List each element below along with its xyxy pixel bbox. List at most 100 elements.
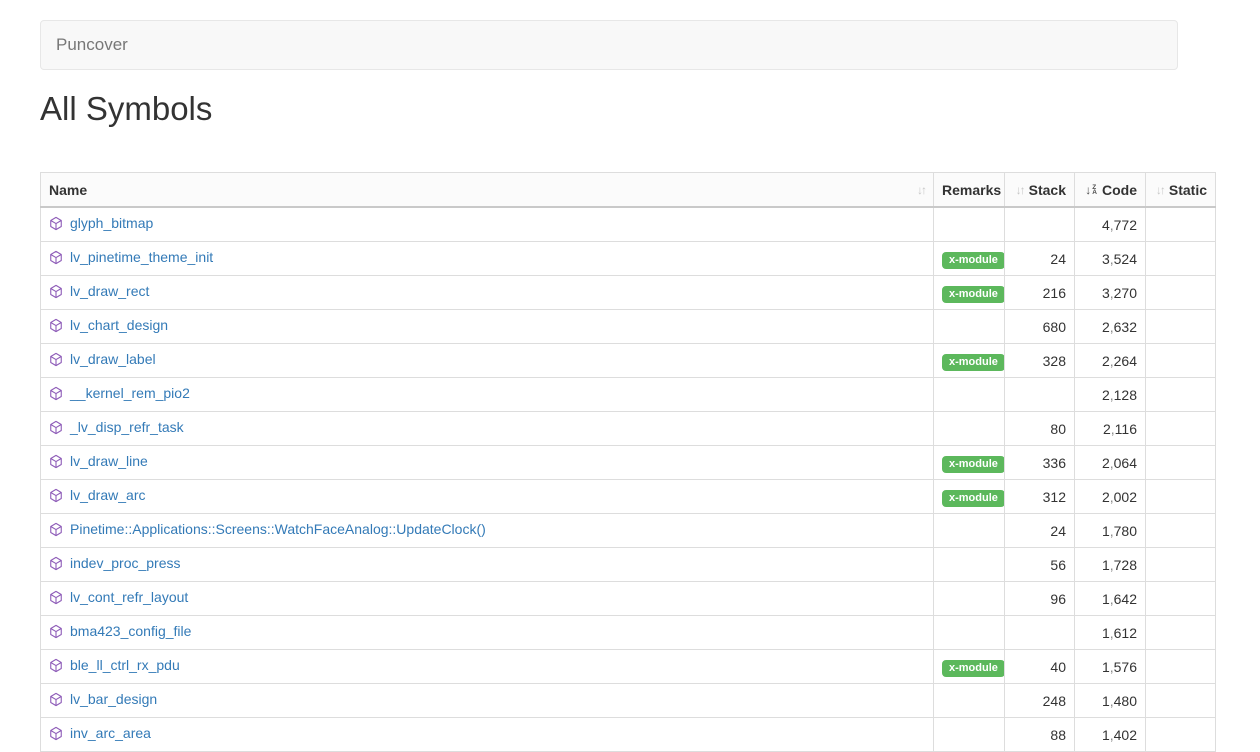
table-row: __kernel_rem_pio22,128	[41, 378, 1216, 412]
column-header-static[interactable]: ↓↑Static	[1146, 173, 1216, 208]
cube-icon	[49, 658, 63, 678]
column-label: Code	[1102, 180, 1137, 200]
symbol-link[interactable]: lv_draw_rect	[70, 283, 149, 299]
stack-cell: 680	[1005, 310, 1075, 344]
stack-cell	[1005, 378, 1075, 412]
cube-icon	[49, 420, 63, 440]
table-row: lv_chart_design 6802,632	[41, 310, 1216, 344]
name-cell: lv_draw_arc	[41, 480, 934, 514]
symbol-link[interactable]: indev_proc_press	[70, 555, 181, 571]
table-header: Name↓↑Remarks↓↑Stack↓ZACode↓↑Static	[41, 173, 1216, 208]
column-header-code[interactable]: ↓ZA Code	[1075, 173, 1146, 208]
cube-icon	[49, 726, 63, 746]
symbol-link[interactable]: lv_cont_refr_layout	[70, 589, 188, 605]
stack-cell: 312	[1005, 480, 1075, 514]
symbol-link[interactable]: lv_draw_line	[70, 453, 148, 469]
stack-cell	[1005, 616, 1075, 650]
cube-icon	[49, 692, 63, 712]
remarks-cell	[934, 582, 1005, 616]
cube-icon	[49, 386, 63, 406]
table-row: lv_draw_linex-module3362,064	[41, 446, 1216, 480]
symbols-table: Name↓↑Remarks↓↑Stack↓ZACode↓↑Static glyp…	[40, 172, 1216, 752]
static-cell	[1146, 718, 1216, 752]
cube-icon	[49, 488, 63, 508]
remarks-cell	[934, 310, 1005, 344]
cube-icon	[49, 318, 63, 338]
symbol-link[interactable]: glyph_bitmap	[70, 215, 153, 231]
table-row: glyph_bitmap 4,772	[41, 207, 1216, 242]
symbol-link[interactable]: lv_chart_design	[70, 317, 168, 333]
symbol-link[interactable]: _lv_disp_refr_task	[70, 419, 184, 435]
static-cell	[1146, 310, 1216, 344]
stack-cell: 336	[1005, 446, 1075, 480]
cube-icon	[49, 624, 63, 644]
code-cell: 1,728	[1075, 548, 1146, 582]
symbol-link[interactable]: lv_pinetime_theme_init	[70, 249, 213, 265]
name-cell: ble_ll_ctrl_rx_pdu	[41, 650, 934, 684]
remarks-cell	[934, 684, 1005, 718]
name-cell: bma423_config_file	[41, 616, 934, 650]
code-cell: 3,270	[1075, 276, 1146, 310]
cube-icon	[49, 556, 63, 576]
symbol-link[interactable]: lv_draw_label	[70, 351, 156, 367]
name-cell: lv_draw_label	[41, 344, 934, 378]
code-cell: 3,524	[1075, 242, 1146, 276]
stack-cell: 96	[1005, 582, 1075, 616]
stack-cell: 40	[1005, 650, 1075, 684]
static-cell	[1146, 650, 1216, 684]
remarks-cell: x-module	[934, 650, 1005, 684]
static-cell	[1146, 378, 1216, 412]
stack-cell: 216	[1005, 276, 1075, 310]
symbol-link[interactable]: ble_ll_ctrl_rx_pdu	[70, 657, 180, 673]
sort-descending-icon: ↓ZA	[1085, 180, 1097, 200]
cube-icon	[49, 284, 63, 304]
remarks-cell	[934, 412, 1005, 446]
navbar: Puncover	[40, 20, 1178, 70]
symbol-link[interactable]: Pinetime::Applications::Screens::WatchFa…	[70, 521, 486, 537]
symbol-link[interactable]: lv_draw_arc	[70, 487, 145, 503]
table-row: Pinetime::Applications::Screens::WatchFa…	[41, 514, 1216, 548]
column-label: Name	[49, 180, 87, 200]
cube-icon	[49, 590, 63, 610]
code-cell: 4,772	[1075, 207, 1146, 242]
static-cell	[1146, 344, 1216, 378]
code-cell: 1,480	[1075, 684, 1146, 718]
symbol-link[interactable]: lv_bar_design	[70, 691, 157, 707]
stack-cell: 56	[1005, 548, 1075, 582]
table-row: _lv_disp_refr_task802,116	[41, 412, 1216, 446]
remarks-cell	[934, 616, 1005, 650]
table-row: lv_draw_rect x-module2163,270	[41, 276, 1216, 310]
brand-link[interactable]: Puncover	[41, 35, 143, 55]
symbol-link[interactable]: bma423_config_file	[70, 623, 191, 639]
name-cell: Pinetime::Applications::Screens::WatchFa…	[41, 514, 934, 548]
stack-cell: 248	[1005, 684, 1075, 718]
static-cell	[1146, 276, 1216, 310]
x-module-badge: x-module	[942, 286, 1005, 303]
symbol-link[interactable]: __kernel_rem_pio2	[70, 385, 190, 401]
sort-both-icon: ↓↑	[917, 180, 925, 200]
column-header-stack[interactable]: ↓↑Stack	[1005, 173, 1075, 208]
static-cell	[1146, 616, 1216, 650]
code-cell: 1,642	[1075, 582, 1146, 616]
code-cell: 2,632	[1075, 310, 1146, 344]
table-row: bma423_config_file1,612	[41, 616, 1216, 650]
name-cell: _lv_disp_refr_task	[41, 412, 934, 446]
remarks-cell	[934, 207, 1005, 242]
table-row: lv_bar_design 2481,480	[41, 684, 1216, 718]
x-module-badge: x-module	[942, 490, 1005, 507]
name-cell: __kernel_rem_pio2	[41, 378, 934, 412]
static-cell	[1146, 480, 1216, 514]
column-header-name[interactable]: Name ↓↑	[41, 173, 934, 208]
name-cell: lv_draw_line	[41, 446, 934, 480]
table-row: inv_arc_area881,402	[41, 718, 1216, 752]
table-row: lv_draw_arc x-module3122,002	[41, 480, 1216, 514]
remarks-cell: x-module	[934, 344, 1005, 378]
stack-cell: 24	[1005, 242, 1075, 276]
table-row: lv_cont_refr_layout 961,642	[41, 582, 1216, 616]
stack-cell	[1005, 207, 1075, 242]
code-cell: 2,002	[1075, 480, 1146, 514]
static-cell	[1146, 446, 1216, 480]
name-cell: inv_arc_area	[41, 718, 934, 752]
symbol-link[interactable]: inv_arc_area	[70, 725, 151, 741]
x-module-badge: x-module	[942, 660, 1005, 677]
